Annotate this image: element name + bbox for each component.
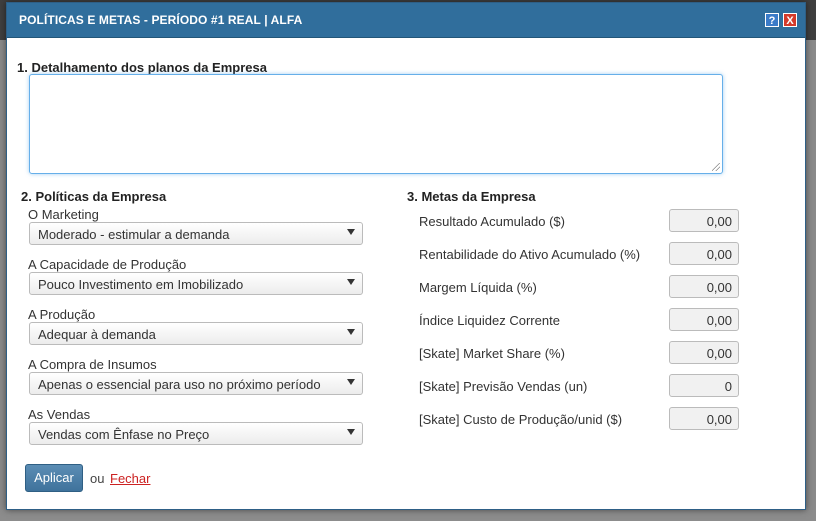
goal-label-current-liquidity: Índice Liquidez Corrente — [419, 313, 560, 328]
goal-input-current-liquidity[interactable]: 0,00 — [669, 308, 739, 331]
goal-input-asset-return[interactable]: 0,00 — [669, 242, 739, 265]
production-label: A Produção — [28, 307, 96, 322]
goal-input-net-margin[interactable]: 0,00 — [669, 275, 739, 298]
section3-title: 3. Metas da Empresa — [407, 189, 536, 204]
chevron-down-icon — [347, 229, 355, 235]
close-icon[interactable]: X — [783, 13, 797, 27]
resize-grip-icon[interactable] — [712, 163, 720, 171]
apply-button[interactable]: Aplicar — [25, 464, 83, 492]
production-select-value: Adequar à demanda — [38, 327, 156, 342]
goal-label-accumulated-result: Resultado Acumulado ($) — [419, 214, 565, 229]
chevron-down-icon — [347, 279, 355, 285]
marketing-select-value: Moderado - estimular a demanda — [38, 227, 230, 242]
goal-label-unit-cost: [Skate] Custo de Produção/unid ($) — [419, 412, 623, 427]
marketing-select[interactable]: Moderado - estimular a demanda — [29, 222, 363, 245]
modal-titlebar: POLÍTICAS E METAS - PERÍODO #1 REAL | AL… — [7, 3, 805, 38]
goal-input-sales-forecast[interactable]: 0 — [669, 374, 739, 397]
section1-title: 1. Detalhamento dos planos da Empresa — [17, 60, 267, 75]
policies-goals-modal: POLÍTICAS E METAS - PERÍODO #1 REAL | AL… — [6, 2, 806, 510]
goal-label-sales-forecast: [Skate] Previsão Vendas (un) — [419, 379, 588, 394]
goal-label-net-margin: Margem Líquida (%) — [419, 280, 537, 295]
close-link[interactable]: Fechar — [110, 471, 150, 486]
modal-title: POLÍTICAS E METAS - PERÍODO #1 REAL | AL… — [19, 13, 303, 27]
sales-select-value: Vendas com Ênfase no Preço — [38, 427, 210, 442]
capacity-label: A Capacidade de Produção — [28, 257, 187, 272]
background-bottom — [0, 510, 816, 521]
production-select[interactable]: Adequar à demanda — [29, 322, 363, 345]
goal-input-market-share[interactable]: 0,00 — [669, 341, 739, 364]
supplies-select[interactable]: Apenas o essencial para uso no próximo p… — [29, 372, 363, 395]
supplies-select-value: Apenas o essencial para uso no próximo p… — [38, 377, 321, 392]
background-right-strip — [806, 40, 816, 521]
plans-detail-textarea[interactable] — [29, 74, 723, 174]
or-text: ou — [90, 471, 105, 486]
capacity-select-value: Pouco Investimento em Imobilizado — [38, 277, 244, 292]
section2-title: 2. Políticas da Empresa — [21, 189, 167, 204]
chevron-down-icon — [347, 329, 355, 335]
supplies-label: A Compra de Insumos — [28, 357, 157, 372]
marketing-label: O Marketing — [28, 207, 99, 222]
help-icon[interactable]: ? — [765, 13, 779, 27]
capacity-select[interactable]: Pouco Investimento em Imobilizado — [29, 272, 363, 295]
goal-input-unit-cost[interactable]: 0,00 — [669, 407, 739, 430]
sales-label: As Vendas — [28, 407, 91, 422]
chevron-down-icon — [347, 379, 355, 385]
goal-input-accumulated-result[interactable]: 0,00 — [669, 209, 739, 232]
goal-label-asset-return: Rentabilidade do Ativo Acumulado (%) — [419, 247, 641, 262]
chevron-down-icon — [347, 429, 355, 435]
goal-label-market-share: [Skate] Market Share (%) — [419, 346, 565, 361]
sales-select[interactable]: Vendas com Ênfase no Preço — [29, 422, 363, 445]
